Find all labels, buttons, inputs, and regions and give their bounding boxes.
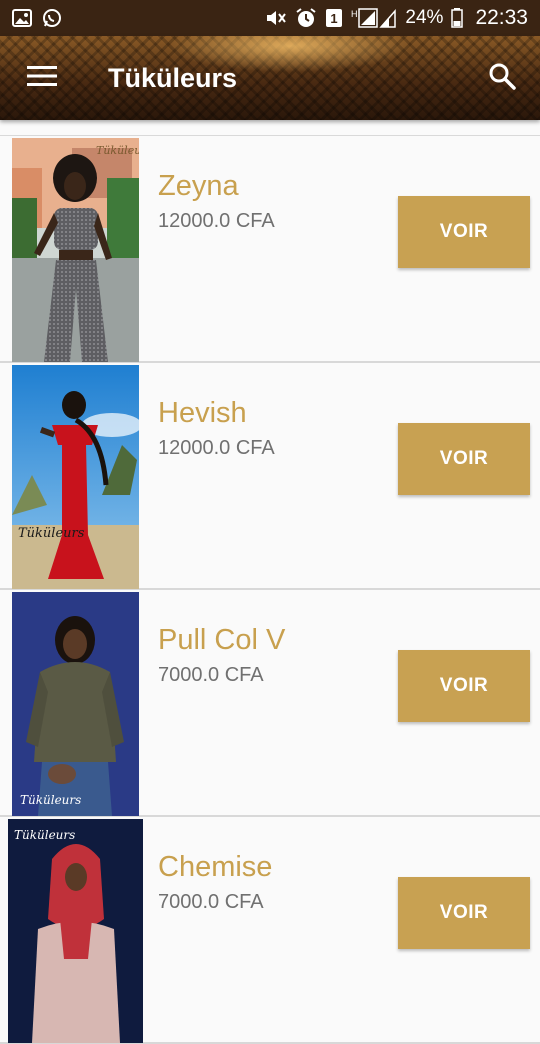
voir-button[interactable]: VOIR [398,650,530,722]
product-image[interactable]: Tüküleurs [12,138,139,362]
product-image[interactable]: Tüküleurs [8,819,143,1043]
product-list: Tüküleurs Zeyna 12000.0 CFA VOIR Tüküleu… [0,120,540,1044]
image-icon [12,9,32,27]
brand-watermark: Tüküleurs [14,828,75,842]
whatsapp-icon [42,8,62,28]
status-bar: 1 H 24% 22:33 [0,0,540,36]
sim1-icon: 1 [325,8,343,28]
product-name: Zeyna [158,170,239,202]
menu-button[interactable] [0,36,84,120]
list-top-spacer [0,120,540,136]
battery-icon [451,8,464,28]
voir-button[interactable]: VOIR [398,196,530,268]
product-name: Chemise [158,851,273,883]
mute-icon [265,8,287,28]
brand-watermark: Tüküleurs [96,144,139,157]
product-list-item: Tüküleurs Hevish 12000.0 CFA VOIR [0,363,540,590]
product-price: 7000.0 CFA [158,891,264,913]
brand-watermark: Tüküleurs [20,793,81,807]
status-left-icons [12,8,62,28]
app-title: Tüküleurs [108,62,238,93]
voir-button[interactable]: VOIR [398,877,530,949]
battery-percent: 24% [405,7,444,28]
product-list-item: Tüküleurs Chemise 7000.0 CFA VOIR [0,817,540,1044]
clock-time: 22:33 [475,6,528,29]
voir-button[interactable]: VOIR [398,423,530,495]
product-price: 7000.0 CFA [158,664,264,686]
product-image[interactable]: Tüküleurs [12,365,139,589]
product-name: Pull Col V [158,624,286,656]
product-list-item: Tüküleurs Pull Col V 7000.0 CFA VOIR [0,590,540,817]
app-bar: Tüküleurs [0,36,540,120]
hamburger-menu-icon [27,65,57,92]
product-list-item: Tüküleurs Zeyna 12000.0 CFA VOIR [0,136,540,363]
status-right-icons: 1 H 24% 22:33 [265,6,528,30]
product-image[interactable]: Tüküleurs [12,592,139,816]
product-price: 12000.0 CFA [158,210,275,232]
alarm-icon [295,7,317,29]
signal-icon: H [351,7,397,29]
search-icon [488,62,516,95]
brand-watermark: Tüküleurs [18,526,85,541]
product-price: 12000.0 CFA [158,437,275,459]
search-button[interactable] [464,36,540,120]
svg-text:H: H [351,9,358,19]
product-name: Hevish [158,397,247,429]
svg-text:1: 1 [331,11,338,26]
